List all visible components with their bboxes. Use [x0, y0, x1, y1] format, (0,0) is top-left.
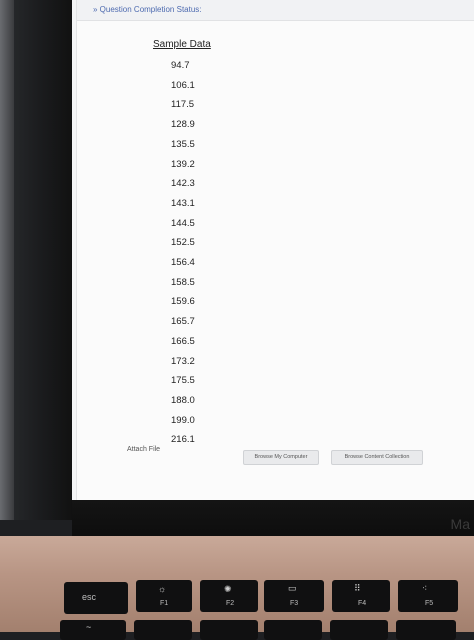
key-f3-label: F3 [290, 600, 299, 607]
sample-data-value: 152.5 [171, 237, 195, 249]
key-5[interactable] [396, 620, 456, 640]
key-tilde[interactable]: ~ [60, 620, 126, 640]
sample-data-value: 199.0 [171, 414, 195, 426]
key-1[interactable] [134, 620, 192, 640]
key-2[interactable] [200, 620, 258, 640]
sample-data-header: Sample Data [153, 39, 211, 50]
sample-data-value: 143.1 [171, 197, 195, 209]
key-esc-label: esc [82, 592, 97, 602]
sample-data-value: 156.4 [171, 257, 195, 268]
sample-data-value: 144.5 [171, 217, 195, 229]
key-4[interactable] [330, 620, 388, 640]
sample-data-value: 165.7 [171, 316, 195, 328]
sample-data-value: 142.3 [171, 178, 195, 190]
key-f2-label: F2 [226, 600, 235, 607]
keyboard-deck: esc ☼ F1 ✺ F2 ▭ F3 ⠿ F4 ⁖ F5 ~ [0, 536, 474, 640]
key-f4-label: F4 [358, 600, 367, 607]
brightness-down-icon: ☼ [158, 584, 167, 594]
browse-my-computer-button[interactable]: Browse My Computer [243, 450, 319, 465]
sample-data-value: 175.5 [171, 375, 195, 387]
key-f5[interactable]: ⁖ F5 [398, 580, 458, 612]
laptop-edge [0, 0, 14, 520]
sample-data-value: 158.5 [171, 276, 195, 288]
sample-data-value: 173.2 [171, 355, 195, 367]
browser-screen: » Question Completion Status: Sample Dat… [72, 0, 474, 500]
launchpad-icon: ⠿ [354, 583, 361, 593]
sample-data-value: 117.5 [171, 99, 195, 111]
key-f2[interactable]: ✺ F2 [200, 580, 258, 612]
keyboard-backlight-icon: ⁖ [422, 583, 428, 593]
sample-data-value: 128.9 [171, 119, 195, 131]
key-f3[interactable]: ▭ F3 [264, 580, 324, 612]
sample-data-value: 166.5 [171, 335, 195, 347]
key-f1[interactable]: ☼ F1 [136, 580, 192, 612]
sample-data-value: 135.5 [171, 138, 195, 150]
browse-content-collection-button[interactable]: Browse Content Collection [331, 450, 423, 465]
sample-data-value: 106.1 [171, 79, 195, 91]
key-esc[interactable]: esc [64, 582, 128, 614]
mission-control-icon: ▭ [288, 583, 297, 593]
sample-data-value: 159.6 [171, 296, 195, 308]
sample-data-value: 216.1 [171, 434, 195, 446]
question-status-bar[interactable]: » Question Completion Status: [77, 0, 474, 21]
brightness-up-icon: ✺ [224, 584, 232, 594]
question-panel: » Question Completion Status: Sample Dat… [76, 0, 474, 500]
question-completion-status[interactable]: » Question Completion Status: [93, 5, 202, 14]
key-3[interactable] [264, 620, 322, 640]
key-f5-label: F5 [425, 600, 434, 607]
sample-data-value: 188.0 [171, 394, 195, 406]
key-tilde-label: ~ [86, 622, 92, 632]
key-f4[interactable]: ⠿ F4 [332, 580, 390, 612]
attach-file-label: Attach File [127, 446, 161, 453]
sample-data-value: 139.2 [171, 158, 195, 170]
sample-data-value: 94.7 [171, 60, 190, 71]
key-f1-label: F1 [160, 600, 169, 607]
laptop-brand-text: Ma [450, 516, 470, 532]
